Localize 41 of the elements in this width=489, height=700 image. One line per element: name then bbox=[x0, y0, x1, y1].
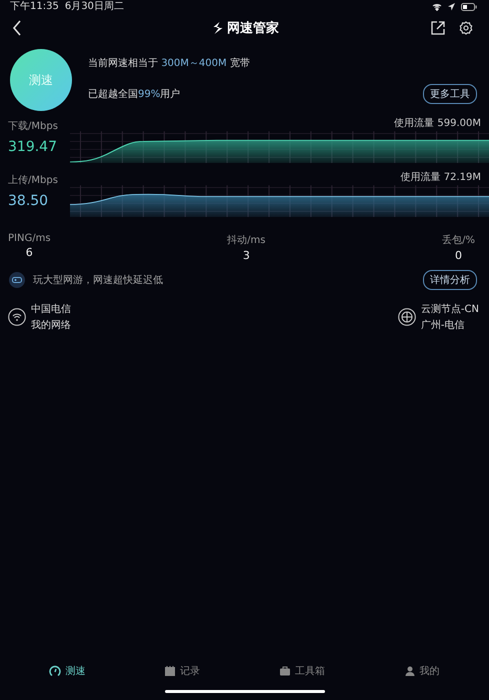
test-node-location: 广州-电信 bbox=[420, 318, 466, 332]
data-usage-text: 使用流量 599.00M bbox=[394, 119, 482, 129]
stat-label: PING/ms bbox=[8, 233, 51, 244]
wifi-icon bbox=[432, 3, 442, 11]
speed-equivalent-text: 当前网速相当于 300M～400M 宽带 bbox=[88, 56, 251, 70]
ranking-text: 已超越全国99%用户 bbox=[88, 88, 180, 101]
tab-bar-item[interactable]: 工具箱 bbox=[274, 660, 329, 682]
calendar-icon bbox=[164, 665, 176, 677]
gamepad-icon bbox=[9, 272, 25, 288]
more-tools-button[interactable]: 更多工具 bbox=[423, 84, 477, 104]
details-button[interactable]: 详情分析 bbox=[423, 270, 477, 290]
tip-text: 玩大型网游，网速超快延迟低 bbox=[33, 274, 163, 287]
battery-icon bbox=[461, 3, 477, 11]
tab-bar-item[interactable]: 我的 bbox=[400, 660, 444, 682]
stat-label: 抖动/ms bbox=[227, 234, 266, 247]
person-icon bbox=[404, 665, 416, 677]
stat-value: 6 bbox=[26, 246, 33, 259]
tab-bar-item[interactable]: 记录 bbox=[160, 660, 204, 682]
app-title: 网速管家 bbox=[227, 20, 279, 37]
gauge-icon bbox=[49, 665, 62, 677]
speed-label: 上传/Mbps bbox=[8, 174, 59, 187]
speed-value: 38.50 bbox=[8, 193, 50, 209]
status-time: 下午11:35 bbox=[10, 1, 59, 13]
stat-value: 3 bbox=[242, 249, 250, 262]
back-icon[interactable] bbox=[12, 20, 22, 36]
stat-value: 0 bbox=[455, 249, 462, 262]
speed-label: 下载/Mbps bbox=[8, 120, 59, 133]
test-node-name: 云测节点-CN bbox=[420, 302, 479, 316]
data-usage-text: 使用流量 72.19M bbox=[400, 173, 482, 183]
network-label: 我的网络 bbox=[31, 318, 71, 332]
status-date: 6月30日周二 bbox=[64, 1, 124, 13]
tab-bar-item[interactable]: 测速 bbox=[45, 660, 90, 682]
carrier-name: 中国电信 bbox=[31, 302, 71, 316]
share-icon[interactable] bbox=[431, 21, 445, 35]
speed-value: 319.47 bbox=[8, 139, 58, 155]
stat-label: 丢包/% bbox=[442, 234, 475, 247]
globe-icon bbox=[398, 308, 416, 326]
settings-icon[interactable] bbox=[459, 21, 473, 35]
location-icon bbox=[448, 3, 455, 11]
wifi-icon bbox=[8, 308, 26, 326]
toolbox-icon bbox=[278, 665, 291, 677]
